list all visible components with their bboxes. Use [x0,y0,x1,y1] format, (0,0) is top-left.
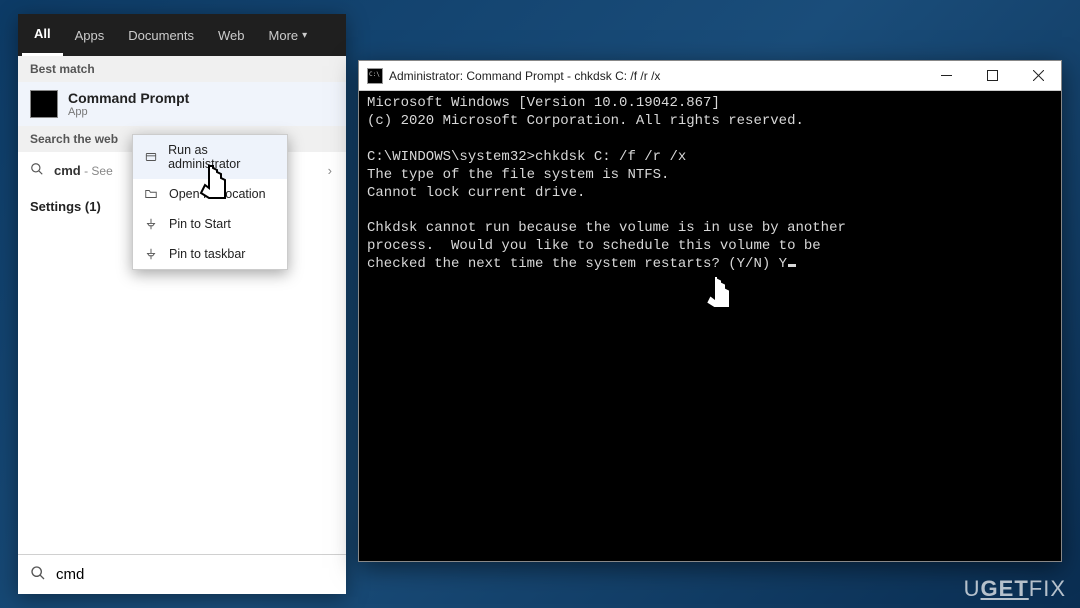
search-tabs: All Apps Documents Web More ▾ [18,14,346,56]
terminal-line: (c) 2020 Microsoft Corporation. All righ… [367,113,804,129]
text-cursor [788,264,796,267]
web-result-query: cmd [54,163,81,178]
tab-more[interactable]: More ▾ [257,14,320,56]
best-match-command-prompt[interactable]: Command Prompt App [18,82,346,126]
start-search-panel: All Apps Documents Web More ▾ Best match… [18,14,346,594]
search-input[interactable] [56,566,334,583]
command-prompt-window: Administrator: Command Prompt - chkdsk C… [358,60,1062,562]
terminal-line: checked the next time the system restart… [367,256,787,272]
search-box[interactable] [18,554,346,594]
watermark: UGETFIX [964,576,1066,602]
folder-icon [143,187,159,201]
terminal-line: Microsoft Windows [Version 10.0.19042.86… [367,95,720,111]
tab-more-label: More [269,28,299,43]
ctx-label: Run as administrator [168,143,277,171]
section-best-match: Best match [18,56,346,82]
shield-icon [143,150,158,164]
best-match-title: Command Prompt [68,90,189,106]
close-button[interactable] [1015,61,1061,91]
ctx-open-location[interactable]: Open file location [133,179,287,209]
terminal-line: Chkdsk cannot run because the volume is … [367,220,846,236]
titlebar[interactable]: Administrator: Command Prompt - chkdsk C… [359,61,1061,91]
ctx-label: Pin to Start [169,217,231,231]
chevron-right-icon: › [328,163,332,178]
context-menu: Run as administrator Open file location … [132,134,288,270]
tab-web[interactable]: Web [206,14,257,56]
terminal-line: process. Would you like to schedule this… [367,238,821,254]
maximize-button[interactable] [969,61,1015,91]
terminal-line: Cannot lock current drive. [367,185,585,201]
pin-icon [143,247,159,261]
minimize-button[interactable] [923,61,969,91]
terminal-output[interactable]: Microsoft Windows [Version 10.0.19042.86… [359,91,1061,561]
ctx-run-as-admin[interactable]: Run as administrator [133,135,287,179]
tab-apps[interactable]: Apps [63,14,117,56]
pin-icon [143,217,159,231]
ctx-pin-start[interactable]: Pin to Start [133,209,287,239]
chevron-down-icon: ▾ [302,30,307,41]
search-icon [30,162,44,179]
web-result-see: - See [81,164,113,178]
tab-documents[interactable]: Documents [116,14,206,56]
cmd-icon [367,68,383,84]
tab-all[interactable]: All [22,14,63,56]
search-icon [30,565,46,584]
ctx-label: Pin to taskbar [169,247,245,261]
terminal-line: C:\WINDOWS\system32>chkdsk C: /f /r /x [367,149,686,165]
terminal-line: The type of the file system is NTFS. [367,167,669,183]
best-match-subtitle: App [68,106,189,118]
window-title: Administrator: Command Prompt - chkdsk C… [389,69,923,83]
ctx-pin-taskbar[interactable]: Pin to taskbar [133,239,287,269]
ctx-label: Open file location [169,187,266,201]
command-prompt-icon [30,90,58,118]
